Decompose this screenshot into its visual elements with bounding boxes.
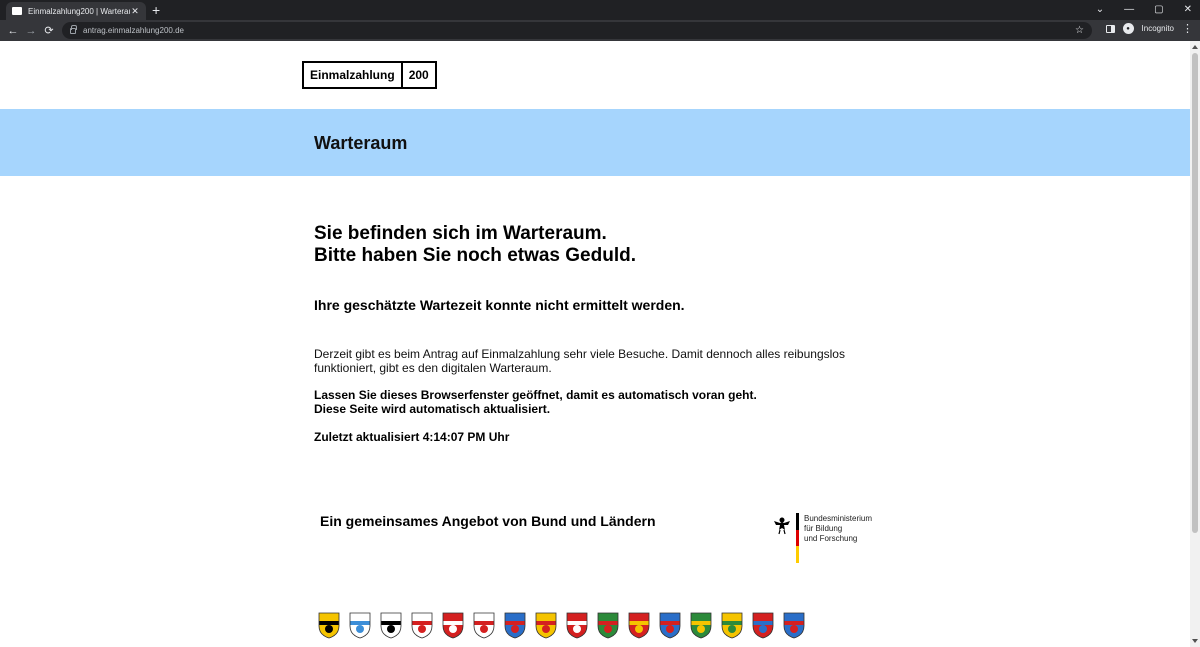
browser-tab-strip: Einmalzahlung200 | Warteraum ✕ + ⌄ — ▢ ✕ (0, 0, 1200, 20)
keep-open-line-1: Lassen Sie dieses Browserfenster geöffne… (314, 388, 757, 402)
tab-close-icon[interactable]: ✕ (130, 6, 140, 17)
hessen-crest-icon (504, 612, 526, 639)
waiting-room-headline: Sie befinden sich im Warteraum. Bitte ha… (314, 223, 636, 267)
last-updated-text: Zuletzt aktualisiert 4:14:07 PM Uhr (314, 430, 510, 444)
bookmark-star-icon[interactable]: ☆ (1075, 25, 1084, 36)
schleswig-holstein-crest-icon (752, 612, 774, 639)
lock-icon[interactable] (70, 24, 77, 34)
scroll-down-icon[interactable] (1192, 639, 1198, 643)
new-tab-button[interactable]: + (152, 2, 160, 18)
thueringen-crest-icon (783, 612, 805, 639)
rheinland-pfalz-crest-icon (628, 612, 650, 639)
bmbf-line-3: und Forschung (804, 534, 858, 543)
joint-offer-text: Ein gemeinsames Angebot von Bund und Län… (320, 513, 656, 529)
tab-title: Einmalzahlung200 | Warteraum (28, 6, 130, 16)
logo-word: Einmalzahlung (304, 63, 403, 87)
info-paragraph: Derzeit gibt es beim Antrag auf Einmalza… (314, 347, 845, 375)
incognito-icon[interactable]: ● (1122, 23, 1134, 34)
mecklenburg-vorpommern-crest-icon (535, 612, 557, 639)
federal-eagle-icon (774, 517, 790, 535)
berlin-crest-icon (380, 612, 402, 639)
side-panel-icon[interactable] (1105, 24, 1115, 33)
window-controls: ⌄ — ▢ ✕ (1096, 2, 1192, 18)
bmbf-line-1: Bundesministerium (804, 514, 873, 523)
url-text[interactable]: antrag.einmalzahlung200.de (83, 26, 184, 35)
address-bar[interactable]: antrag.einmalzahlung200.de ☆ (62, 22, 1092, 39)
headline-line-2: Bitte haben Sie noch etwas Geduld. (314, 245, 636, 266)
bmbf-line-2: für Bildung (804, 524, 843, 533)
einmalzahlung-logo[interactable]: Einmalzahlung 200 (302, 61, 437, 89)
maximize-icon[interactable]: ▢ (1154, 2, 1163, 18)
page-viewport: Einmalzahlung 200 Warteraum Sie befinden… (0, 41, 1190, 647)
minimize-icon[interactable]: — (1124, 2, 1134, 18)
bmbf-label: Bundesministerium für Bildung und Forsch… (804, 514, 872, 544)
browser-menu-icon[interactable]: ⋮ (1182, 22, 1193, 35)
bremen-crest-icon (442, 612, 464, 639)
scroll-up-icon[interactable] (1192, 45, 1198, 49)
german-flag-bar (796, 513, 799, 563)
niedersachsen-crest-icon (566, 612, 588, 639)
state-crests-row (318, 612, 805, 639)
scrollbar-thumb[interactable] (1192, 53, 1198, 533)
hamburg-crest-icon (473, 612, 495, 639)
keep-open-line-2: Diese Seite wird automatisch aktualisier… (314, 402, 551, 416)
forward-arrow-icon[interactable]: → (22, 25, 40, 37)
incognito-label[interactable]: Incognito (1142, 24, 1174, 33)
back-arrow-icon[interactable]: ← (4, 25, 22, 37)
brandenburg-crest-icon (411, 612, 433, 639)
browser-tab[interactable]: Einmalzahlung200 | Warteraum ✕ (6, 2, 146, 20)
bmbf-logo[interactable]: Bundesministerium für Bildung und Forsch… (770, 513, 874, 565)
page-title: Warteraum (314, 133, 408, 153)
wait-time-estimate: Ihre geschätzte Wartezeit konnte nicht e… (314, 297, 685, 313)
keep-open-notice: Lassen Sie dieses Browserfenster geöffne… (314, 388, 757, 416)
baden-wuerttemberg-crest-icon (318, 612, 340, 639)
sachsen-crest-icon (690, 612, 712, 639)
site-favicon-icon (12, 7, 22, 15)
headline-line-1: Sie befinden sich im Warteraum. (314, 223, 607, 244)
browser-toolbar: ← → ⟳ antrag.einmalzahlung200.de ☆ ● Inc… (0, 20, 1200, 41)
tab-search-icon[interactable]: ⌄ (1096, 2, 1104, 18)
nordrhein-westfalen-crest-icon (597, 612, 619, 639)
saarland-crest-icon (659, 612, 681, 639)
sachsen-anhalt-crest-icon (721, 612, 743, 639)
title-banner: Warteraum (0, 109, 1190, 176)
page-scrollbar[interactable] (1190, 41, 1200, 647)
bayern-crest-icon (349, 612, 371, 639)
reload-icon[interactable]: ⟳ (40, 24, 58, 37)
close-window-icon[interactable]: ✕ (1184, 2, 1192, 18)
logo-number: 200 (408, 68, 429, 82)
toolbar-right-tools: ● Incognito ⋮ (1105, 22, 1193, 35)
